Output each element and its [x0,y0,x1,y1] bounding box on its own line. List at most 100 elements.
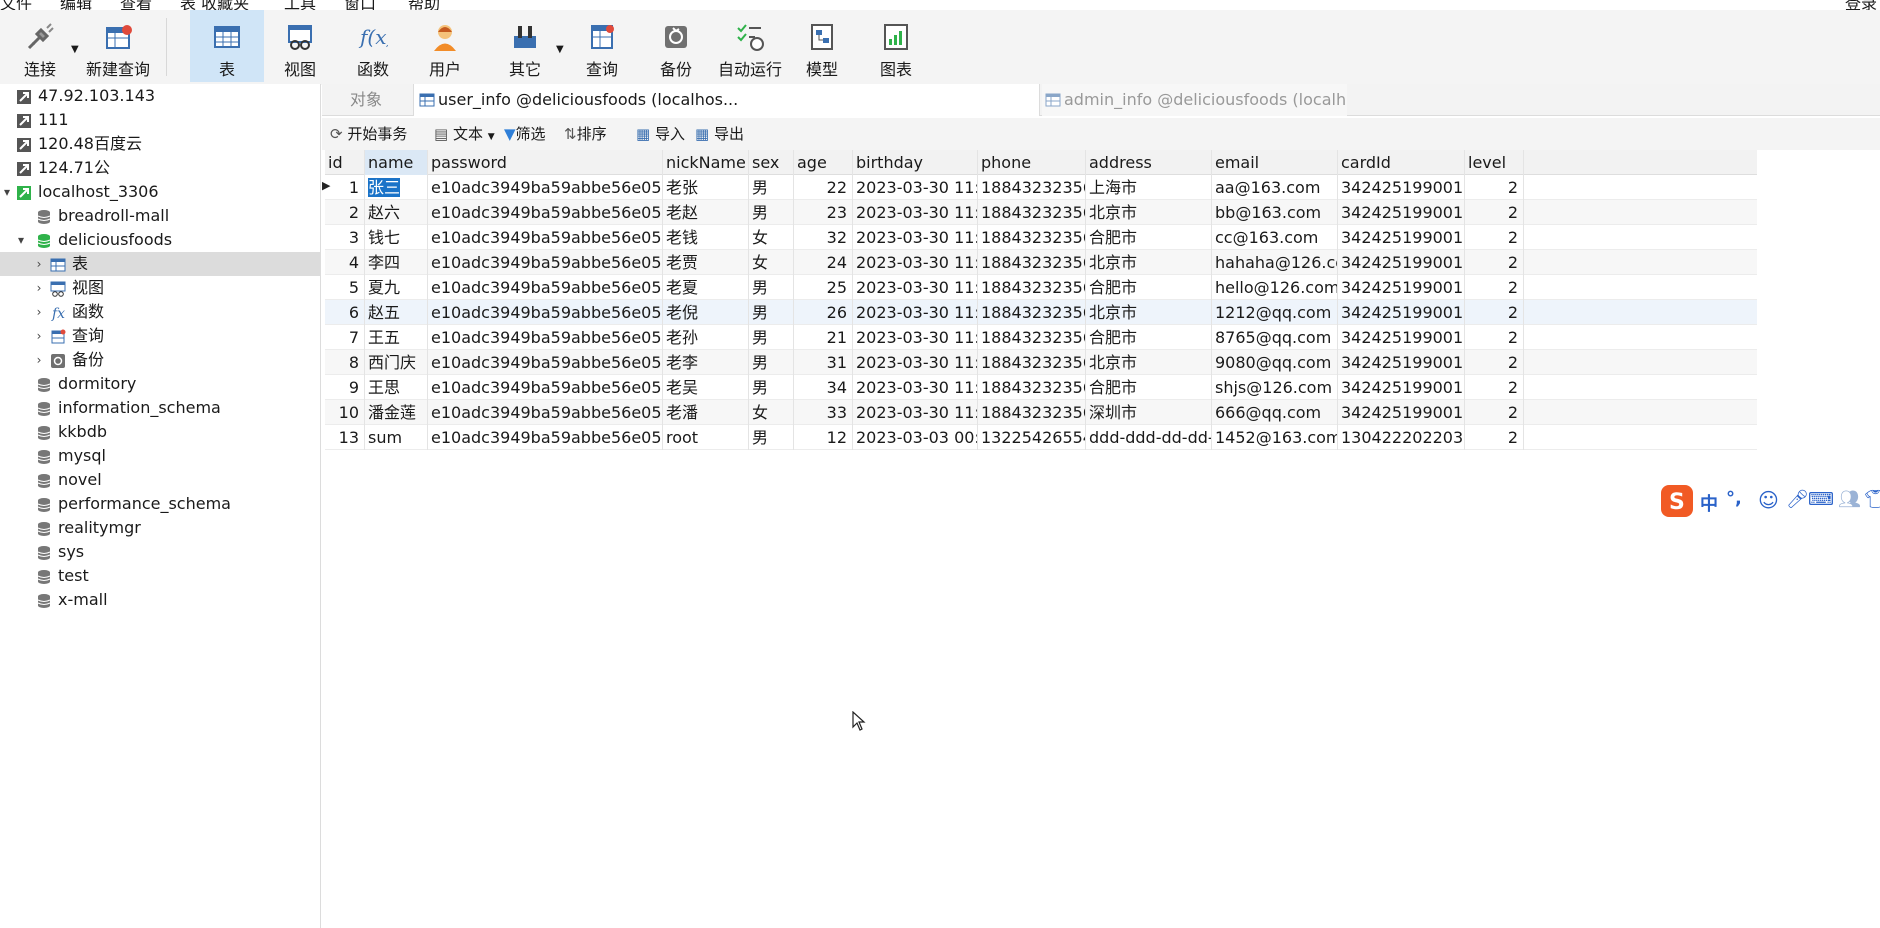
tree-node-view[interactable]: › 视图 [0,276,320,300]
cell-sex[interactable]: 男 [749,200,794,225]
cell-email[interactable]: aa@163.com [1212,175,1338,200]
cell-age[interactable]: 22 [794,175,853,200]
cell-id[interactable]: 5 [325,275,365,300]
cell-address[interactable]: 上海市 [1086,175,1212,200]
cell-password[interactable]: e10adc3949ba59abbe56e057f20f883e [428,350,663,375]
column-header-password[interactable]: password [428,150,663,175]
sogou-logo-icon[interactable]: S [1660,484,1694,518]
cell-sex[interactable]: 女 [749,250,794,275]
cell-phone[interactable]: 18843232356 [978,300,1086,325]
table-row[interactable]: 1张三e10adc3949ba59abbe56e057f20f883e老张男22… [325,175,1757,200]
cell-password[interactable]: e10adc3949ba59abbe56e057f20f883e [428,425,663,450]
tree-node-query[interactable]: › 查询 [0,324,320,348]
query-button[interactable]: 查询 [572,10,632,82]
cell-password[interactable]: e10adc3949ba59abbe56e057f20f883e [428,250,663,275]
function-button[interactable]: f(x) 函数 [343,10,403,82]
cell-phone[interactable]: 13225426554 [978,425,1086,450]
cell-level[interactable]: 2 [1465,325,1524,350]
cell-level[interactable]: 2 [1465,375,1524,400]
database-item[interactable]: dormitory [0,372,320,396]
cell-password[interactable]: e10adc3949ba59abbe56e057f20f883e [428,325,663,350]
cell-email[interactable]: 1452@163.com [1212,425,1338,450]
tab-user-info[interactable]: user_info @deliciousfoods (localhos... [413,84,1040,116]
database-item-current[interactable]: ▾ deliciousfoods [0,228,320,252]
cell-birthday[interactable]: 2023-03-30 11:11:53 [853,400,978,425]
cell-address[interactable]: 北京市 [1086,200,1212,225]
chevron-right-icon[interactable]: › [32,276,46,300]
cell-birthday[interactable]: 2023-03-30 11:11:53 [853,175,978,200]
column-header-email[interactable]: email [1212,150,1338,175]
import-button[interactable]: ▦ 导入 [636,123,685,145]
column-header-level[interactable]: level [1465,150,1524,175]
cell-sex[interactable]: 男 [749,275,794,300]
other-dropdown-icon[interactable]: ▼ [556,44,564,55]
chevron-right-icon[interactable]: › [32,324,46,348]
cell-birthday[interactable]: 2023-03-30 11:11:53 [853,375,978,400]
cell-email[interactable]: bb@163.com [1212,200,1338,225]
sort-button[interactable]: ⇅排序 [564,123,607,145]
cell-sex[interactable]: 男 [749,350,794,375]
cell-email[interactable]: hahaha@126.com [1212,250,1338,275]
cell-sex[interactable]: 男 [749,300,794,325]
chevron-down-icon[interactable]: ▾ [14,228,28,252]
cell-phone[interactable]: 18843232356 [978,175,1086,200]
database-item[interactable]: novel [0,468,320,492]
cell-nickname[interactable]: 老夏 [663,275,749,300]
export-button[interactable]: ▦ 导出 [695,123,744,145]
cell-password[interactable]: e10adc3949ba59abbe56e057f20f883e [428,275,663,300]
cell-name[interactable]: 钱七 [365,225,428,250]
cell-email[interactable]: hello@126.com [1212,275,1338,300]
cell-email[interactable]: 9080@qq.com [1212,350,1338,375]
database-item[interactable]: mysql [0,444,320,468]
cell-phone[interactable]: 18843232356 [978,225,1086,250]
cell-nickname[interactable]: 老孙 [663,325,749,350]
begin-transaction-button[interactable]: ⟳ 开始事务 [330,123,407,145]
cell-birthday[interactable]: 2023-03-30 11:11:53 [853,325,978,350]
cell-address[interactable]: 北京市 [1086,350,1212,375]
cell-email[interactable]: cc@163.com [1212,225,1338,250]
column-header-birthday[interactable]: birthday [853,150,978,175]
chevron-right-icon[interactable]: › [32,348,46,372]
cell-nickname[interactable]: 老潘 [663,400,749,425]
cell-level[interactable]: 2 [1465,425,1524,450]
cell-phone[interactable]: 18843232356 [978,400,1086,425]
cell-phone[interactable]: 18843232356 [978,250,1086,275]
cell-sex[interactable]: 女 [749,225,794,250]
cell-phone[interactable]: 18843232356 [978,200,1086,225]
chevron-right-icon[interactable]: › [32,300,46,324]
cell-nickname[interactable]: 老李 [663,350,749,375]
cell-age[interactable]: 26 [794,300,853,325]
cell-birthday[interactable]: 2023-03-30 11:11:53 [853,225,978,250]
column-header-id[interactable]: id [325,150,365,175]
cell-birthday[interactable]: 2023-03-30 11:11:53 [853,275,978,300]
database-item[interactable]: kkbdb [0,420,320,444]
column-header-name[interactable]: name [365,150,428,175]
cell-phone[interactable]: 18843232356 [978,325,1086,350]
cell-id[interactable]: 3 [325,225,365,250]
user-button[interactable]: 用户 [415,10,475,82]
cell-name[interactable]: 赵六 [365,200,428,225]
cell-level[interactable]: 2 [1465,175,1524,200]
cell-id[interactable]: 10 [325,400,365,425]
connection-item[interactable]: 111 [0,108,320,132]
cell-birthday[interactable]: 2023-03-30 11:11:53 [853,200,978,225]
cell-cardid[interactable]: 342425199001116988 [1338,300,1465,325]
cell-sex[interactable]: 男 [749,425,794,450]
cell-address[interactable]: 合肥市 [1086,375,1212,400]
model-button[interactable]: 模型 [792,10,852,82]
keyboard-icon[interactable]: ⌨ [1808,489,1834,510]
cell-id[interactable]: 4 [325,250,365,275]
cell-id[interactable]: 2 [325,200,365,225]
table-button[interactable]: 表 [190,10,264,82]
view-button[interactable]: 视图 [270,10,330,82]
cell-id[interactable]: 6 [325,300,365,325]
cell-name[interactable]: 王五 [365,325,428,350]
cell-address[interactable]: 北京市 [1086,250,1212,275]
connection-item[interactable]: 120.48百度云 [0,132,320,156]
chevron-down-icon[interactable]: ▾ [0,180,14,204]
table-row[interactable]: 10潘金莲e10adc3949ba59abbe56e057f20f883e老潘女… [325,400,1757,425]
cell-email[interactable]: 666@qq.com [1212,400,1338,425]
cell-nickname[interactable]: 老钱 [663,225,749,250]
cell-birthday[interactable]: 2023-03-30 11:11:53 [853,250,978,275]
database-item[interactable]: sys [0,540,320,564]
